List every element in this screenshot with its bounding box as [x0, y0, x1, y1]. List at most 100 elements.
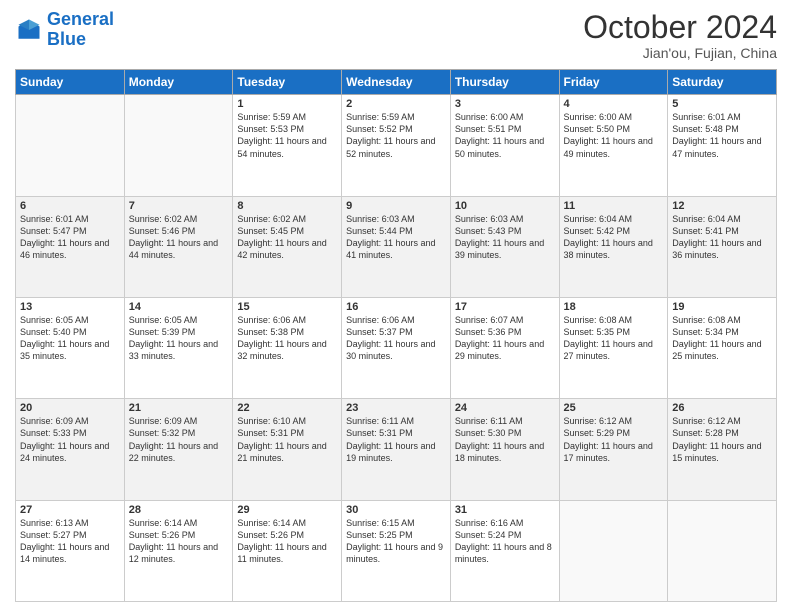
- day-info: Sunrise: 6:04 AMSunset: 5:42 PMDaylight:…: [564, 213, 664, 262]
- day-number: 3: [455, 98, 555, 110]
- day-number: 30: [346, 504, 446, 516]
- day-info: Sunrise: 6:09 AMSunset: 5:32 PMDaylight:…: [129, 415, 229, 464]
- table-row: [124, 95, 233, 196]
- table-row: 8Sunrise: 6:02 AMSunset: 5:45 PMDaylight…: [233, 196, 342, 297]
- day-number: 8: [237, 200, 337, 212]
- table-row: 17Sunrise: 6:07 AMSunset: 5:36 PMDayligh…: [450, 297, 559, 398]
- day-number: 23: [346, 402, 446, 414]
- table-row: 19Sunrise: 6:08 AMSunset: 5:34 PMDayligh…: [668, 297, 777, 398]
- day-info: Sunrise: 6:06 AMSunset: 5:37 PMDaylight:…: [346, 314, 446, 363]
- day-number: 1: [237, 98, 337, 110]
- table-row: 22Sunrise: 6:10 AMSunset: 5:31 PMDayligh…: [233, 399, 342, 500]
- table-row: 21Sunrise: 6:09 AMSunset: 5:32 PMDayligh…: [124, 399, 233, 500]
- day-number: 21: [129, 402, 229, 414]
- day-number: 15: [237, 301, 337, 313]
- location: Jian'ou, Fujian, China: [583, 45, 777, 61]
- day-number: 22: [237, 402, 337, 414]
- calendar: Sunday Monday Tuesday Wednesday Thursday…: [15, 69, 777, 602]
- day-info: Sunrise: 6:06 AMSunset: 5:38 PMDaylight:…: [237, 314, 337, 363]
- day-info: Sunrise: 6:02 AMSunset: 5:45 PMDaylight:…: [237, 213, 337, 262]
- day-info: Sunrise: 6:04 AMSunset: 5:41 PMDaylight:…: [672, 213, 772, 262]
- logo-general: General: [47, 9, 114, 29]
- day-info: Sunrise: 6:00 AMSunset: 5:51 PMDaylight:…: [455, 111, 555, 160]
- day-info: Sunrise: 6:07 AMSunset: 5:36 PMDaylight:…: [455, 314, 555, 363]
- day-number: 2: [346, 98, 446, 110]
- day-info: Sunrise: 6:11 AMSunset: 5:31 PMDaylight:…: [346, 415, 446, 464]
- table-row: 3Sunrise: 6:00 AMSunset: 5:51 PMDaylight…: [450, 95, 559, 196]
- day-number: 29: [237, 504, 337, 516]
- table-row: 13Sunrise: 6:05 AMSunset: 5:40 PMDayligh…: [16, 297, 125, 398]
- day-number: 28: [129, 504, 229, 516]
- table-row: 18Sunrise: 6:08 AMSunset: 5:35 PMDayligh…: [559, 297, 668, 398]
- day-number: 9: [346, 200, 446, 212]
- day-number: 26: [672, 402, 772, 414]
- day-info: Sunrise: 6:01 AMSunset: 5:48 PMDaylight:…: [672, 111, 772, 160]
- day-info: Sunrise: 6:14 AMSunset: 5:26 PMDaylight:…: [129, 517, 229, 566]
- day-info: Sunrise: 5:59 AMSunset: 5:52 PMDaylight:…: [346, 111, 446, 160]
- logo-text: General Blue: [47, 10, 114, 50]
- table-row: 15Sunrise: 6:06 AMSunset: 5:38 PMDayligh…: [233, 297, 342, 398]
- table-row: 9Sunrise: 6:03 AMSunset: 5:44 PMDaylight…: [342, 196, 451, 297]
- day-info: Sunrise: 6:02 AMSunset: 5:46 PMDaylight:…: [129, 213, 229, 262]
- day-number: 11: [564, 200, 664, 212]
- day-number: 7: [129, 200, 229, 212]
- day-info: Sunrise: 6:13 AMSunset: 5:27 PMDaylight:…: [20, 517, 120, 566]
- day-number: 12: [672, 200, 772, 212]
- calendar-week-4: 27Sunrise: 6:13 AMSunset: 5:27 PMDayligh…: [16, 500, 777, 601]
- day-number: 31: [455, 504, 555, 516]
- table-row: 28Sunrise: 6:14 AMSunset: 5:26 PMDayligh…: [124, 500, 233, 601]
- day-number: 16: [346, 301, 446, 313]
- day-number: 27: [20, 504, 120, 516]
- table-row: 12Sunrise: 6:04 AMSunset: 5:41 PMDayligh…: [668, 196, 777, 297]
- day-number: 4: [564, 98, 664, 110]
- col-tuesday: Tuesday: [233, 70, 342, 95]
- day-number: 5: [672, 98, 772, 110]
- day-info: Sunrise: 6:00 AMSunset: 5:50 PMDaylight:…: [564, 111, 664, 160]
- table-row: 11Sunrise: 6:04 AMSunset: 5:42 PMDayligh…: [559, 196, 668, 297]
- table-row: 27Sunrise: 6:13 AMSunset: 5:27 PMDayligh…: [16, 500, 125, 601]
- table-row: [559, 500, 668, 601]
- day-info: Sunrise: 6:05 AMSunset: 5:39 PMDaylight:…: [129, 314, 229, 363]
- table-row: 29Sunrise: 6:14 AMSunset: 5:26 PMDayligh…: [233, 500, 342, 601]
- day-info: Sunrise: 6:15 AMSunset: 5:25 PMDaylight:…: [346, 517, 446, 566]
- day-number: 19: [672, 301, 772, 313]
- col-monday: Monday: [124, 70, 233, 95]
- table-row: 24Sunrise: 6:11 AMSunset: 5:30 PMDayligh…: [450, 399, 559, 500]
- day-number: 24: [455, 402, 555, 414]
- table-row: 23Sunrise: 6:11 AMSunset: 5:31 PMDayligh…: [342, 399, 451, 500]
- table-row: 2Sunrise: 5:59 AMSunset: 5:52 PMDaylight…: [342, 95, 451, 196]
- table-row: 6Sunrise: 6:01 AMSunset: 5:47 PMDaylight…: [16, 196, 125, 297]
- day-number: 18: [564, 301, 664, 313]
- table-row: 10Sunrise: 6:03 AMSunset: 5:43 PMDayligh…: [450, 196, 559, 297]
- table-row: [668, 500, 777, 601]
- month-title: October 2024: [583, 10, 777, 45]
- day-info: Sunrise: 6:08 AMSunset: 5:35 PMDaylight:…: [564, 314, 664, 363]
- col-friday: Friday: [559, 70, 668, 95]
- day-info: Sunrise: 5:59 AMSunset: 5:53 PMDaylight:…: [237, 111, 337, 160]
- day-number: 17: [455, 301, 555, 313]
- day-number: 14: [129, 301, 229, 313]
- table-row: 20Sunrise: 6:09 AMSunset: 5:33 PMDayligh…: [16, 399, 125, 500]
- title-block: October 2024 Jian'ou, Fujian, China: [583, 10, 777, 61]
- table-row: 5Sunrise: 6:01 AMSunset: 5:48 PMDaylight…: [668, 95, 777, 196]
- day-info: Sunrise: 6:12 AMSunset: 5:29 PMDaylight:…: [564, 415, 664, 464]
- calendar-week-2: 13Sunrise: 6:05 AMSunset: 5:40 PMDayligh…: [16, 297, 777, 398]
- table-row: [16, 95, 125, 196]
- day-number: 6: [20, 200, 120, 212]
- header: General Blue October 2024 Jian'ou, Fujia…: [15, 10, 777, 61]
- day-number: 25: [564, 402, 664, 414]
- day-info: Sunrise: 6:08 AMSunset: 5:34 PMDaylight:…: [672, 314, 772, 363]
- day-info: Sunrise: 6:11 AMSunset: 5:30 PMDaylight:…: [455, 415, 555, 464]
- day-info: Sunrise: 6:03 AMSunset: 5:43 PMDaylight:…: [455, 213, 555, 262]
- calendar-header-row: Sunday Monday Tuesday Wednesday Thursday…: [16, 70, 777, 95]
- day-info: Sunrise: 6:03 AMSunset: 5:44 PMDaylight:…: [346, 213, 446, 262]
- table-row: 7Sunrise: 6:02 AMSunset: 5:46 PMDaylight…: [124, 196, 233, 297]
- table-row: 30Sunrise: 6:15 AMSunset: 5:25 PMDayligh…: [342, 500, 451, 601]
- table-row: 1Sunrise: 5:59 AMSunset: 5:53 PMDaylight…: [233, 95, 342, 196]
- day-info: Sunrise: 6:14 AMSunset: 5:26 PMDaylight:…: [237, 517, 337, 566]
- day-number: 13: [20, 301, 120, 313]
- table-row: 14Sunrise: 6:05 AMSunset: 5:39 PMDayligh…: [124, 297, 233, 398]
- page: General Blue October 2024 Jian'ou, Fujia…: [0, 0, 792, 612]
- day-info: Sunrise: 6:01 AMSunset: 5:47 PMDaylight:…: [20, 213, 120, 262]
- table-row: 16Sunrise: 6:06 AMSunset: 5:37 PMDayligh…: [342, 297, 451, 398]
